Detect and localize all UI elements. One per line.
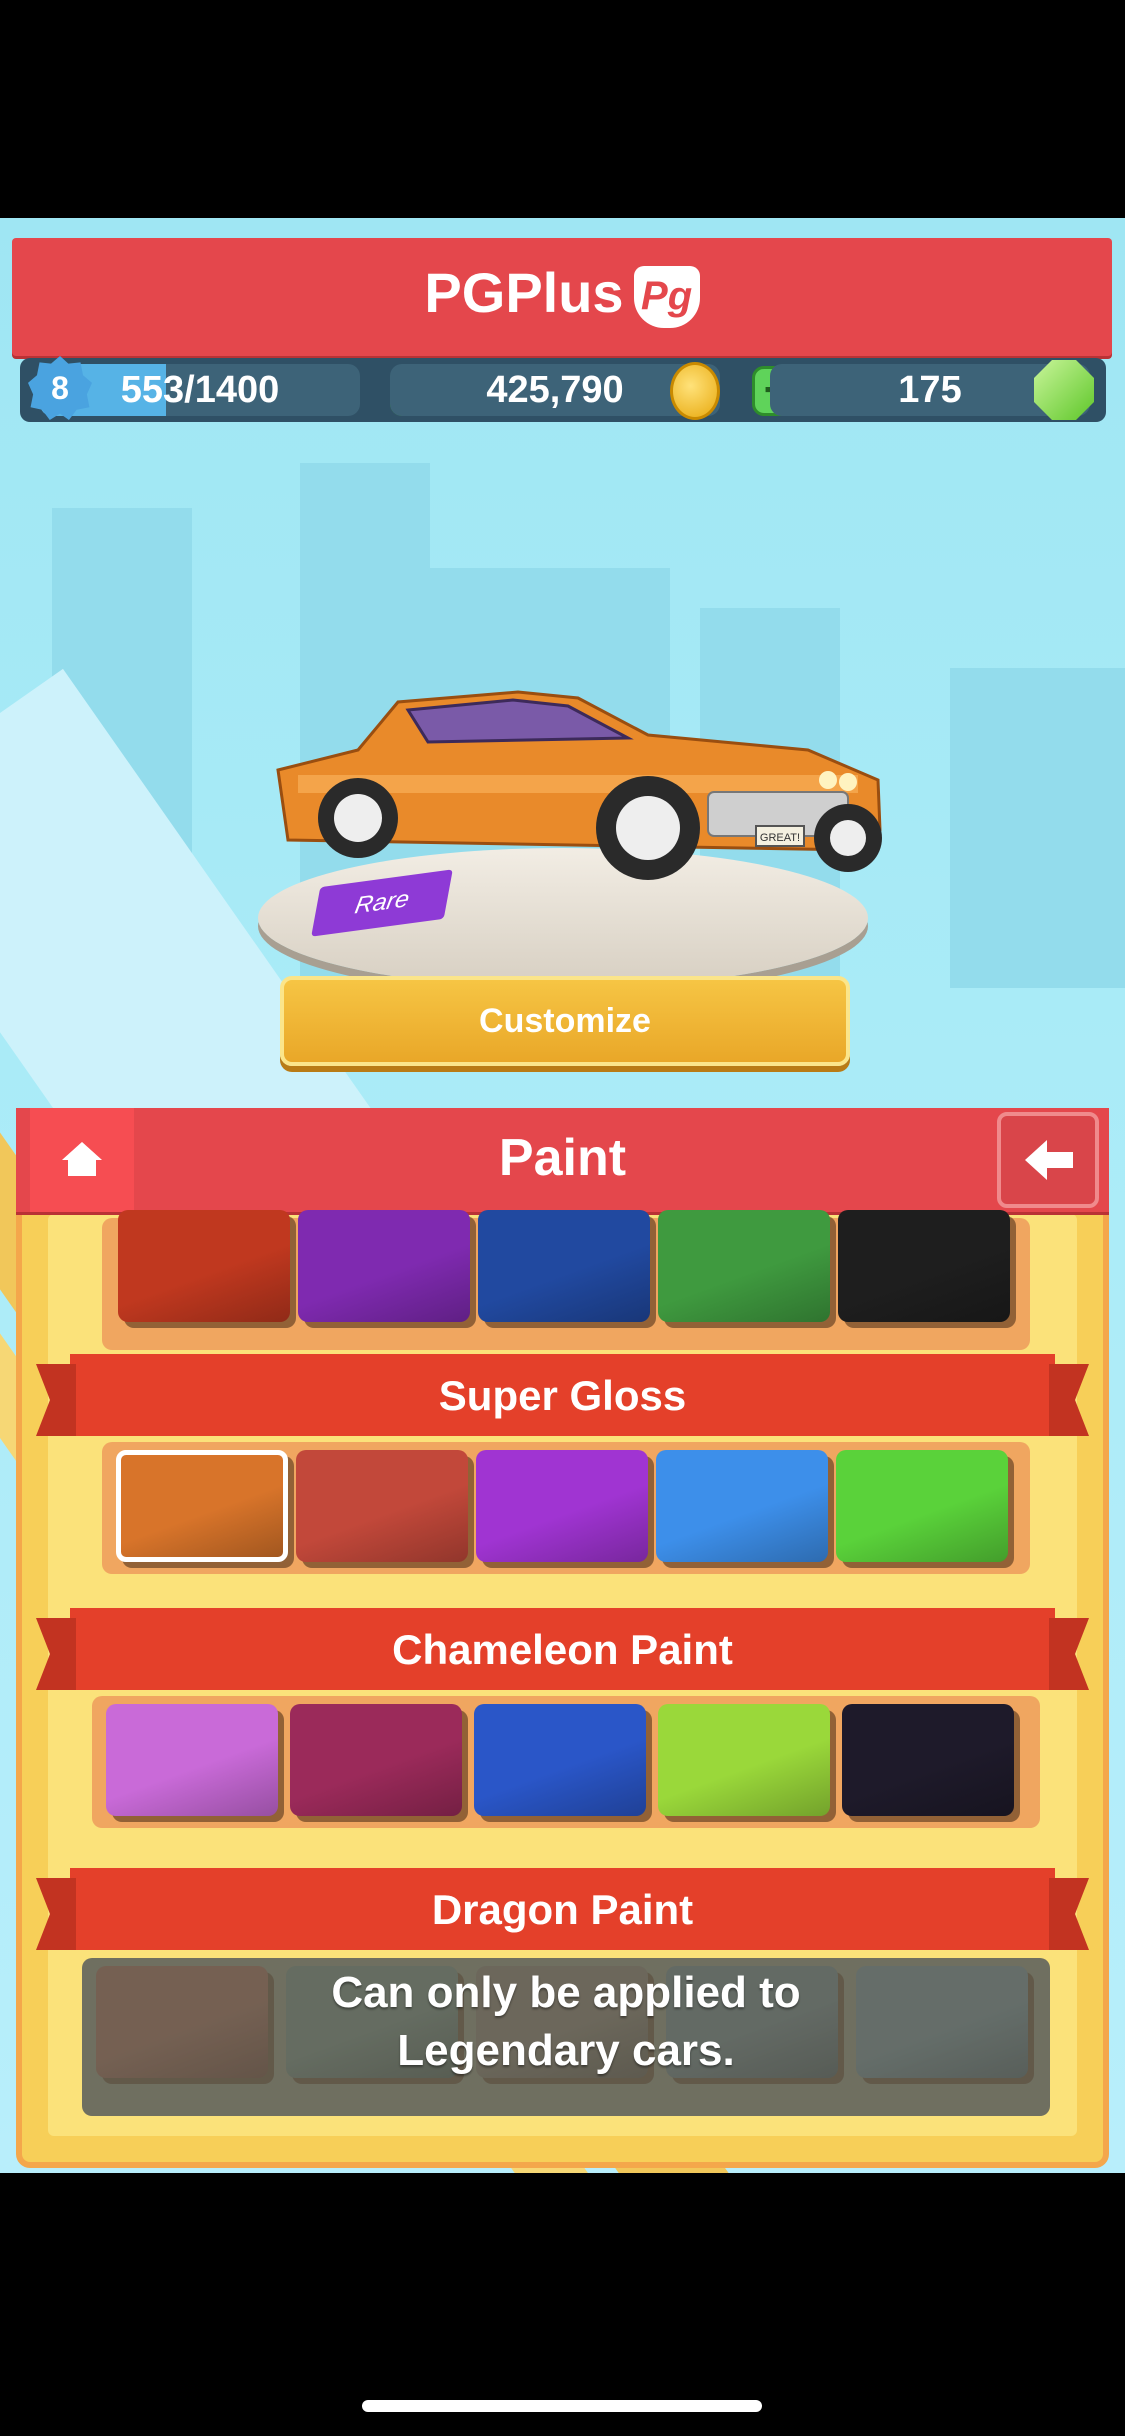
paint-swatch[interactable]: [842, 1704, 1014, 1816]
gems-value: 175: [898, 369, 962, 411]
section-title: Chameleon Paint: [392, 1626, 733, 1673]
app-title-text: PGPlus: [424, 261, 624, 324]
section-ribbon: Chameleon Paint: [70, 1608, 1055, 1690]
paint-swatch[interactable]: [290, 1704, 462, 1816]
paint-swatch[interactable]: [118, 1210, 290, 1322]
dragon-paint-row: Can only be applied to Legendary cars.: [82, 1958, 1050, 2116]
license-plate: GREAT!: [760, 832, 800, 844]
section-ribbon: Super Gloss: [70, 1354, 1055, 1436]
home-indicator[interactable]: [362, 2400, 762, 2412]
customize-button[interactable]: Customize: [280, 976, 850, 1066]
locked-message-line2: Legendary cars.: [397, 2026, 735, 2075]
title-bar: PGPlus Pg: [12, 238, 1112, 356]
xp-text: 553/1400: [120, 369, 280, 411]
paint-swatch[interactable]: [656, 1450, 828, 1562]
locked-message-line1: Can only be applied to: [331, 1968, 801, 2017]
paint-swatch[interactable]: [838, 1210, 1010, 1322]
chameleon-row: [92, 1696, 1040, 1828]
paint-swatch[interactable]: [476, 1450, 648, 1562]
game-screen: PGPlusPg 553/1400 8 + 425,790 + 175 GREA…: [0, 218, 1125, 2173]
paint-swatch-selected[interactable]: [116, 1450, 288, 1562]
coin-icon: [670, 362, 720, 420]
logo-icon: Pg: [633, 266, 700, 329]
basic-paint-row: [102, 1210, 1030, 1350]
paint-header: Paint: [16, 1108, 1109, 1212]
section-ribbon: Dragon Paint: [70, 1868, 1055, 1950]
back-button[interactable]: [997, 1112, 1099, 1208]
paint-swatch[interactable]: [298, 1210, 470, 1322]
paint-swatch[interactable]: [296, 1450, 468, 1562]
paint-swatch[interactable]: [474, 1704, 646, 1816]
app-title: PGPlus Pg: [12, 260, 1112, 329]
paint-swatch[interactable]: [836, 1450, 1008, 1562]
gem-icon: [1034, 360, 1094, 420]
paint-swatch[interactable]: [478, 1210, 650, 1322]
stats-bar: 553/1400 8 + 425,790 + 175: [20, 356, 1106, 422]
section-title: Dragon Paint: [431, 1886, 694, 1933]
section-title: Super Gloss: [438, 1372, 687, 1419]
paint-swatch[interactable]: [658, 1704, 830, 1816]
back-arrow-icon: [1025, 1140, 1073, 1180]
super-gloss-row: [102, 1442, 1030, 1574]
paint-swatch[interactable]: [106, 1704, 278, 1816]
coins-value: 425,790: [486, 369, 624, 411]
paint-title: Paint: [498, 1129, 627, 1187]
locked-message: Can only be applied to Legendary cars.: [82, 1964, 1050, 2080]
background-building: [950, 668, 1125, 988]
paint-swatch[interactable]: [658, 1210, 830, 1322]
